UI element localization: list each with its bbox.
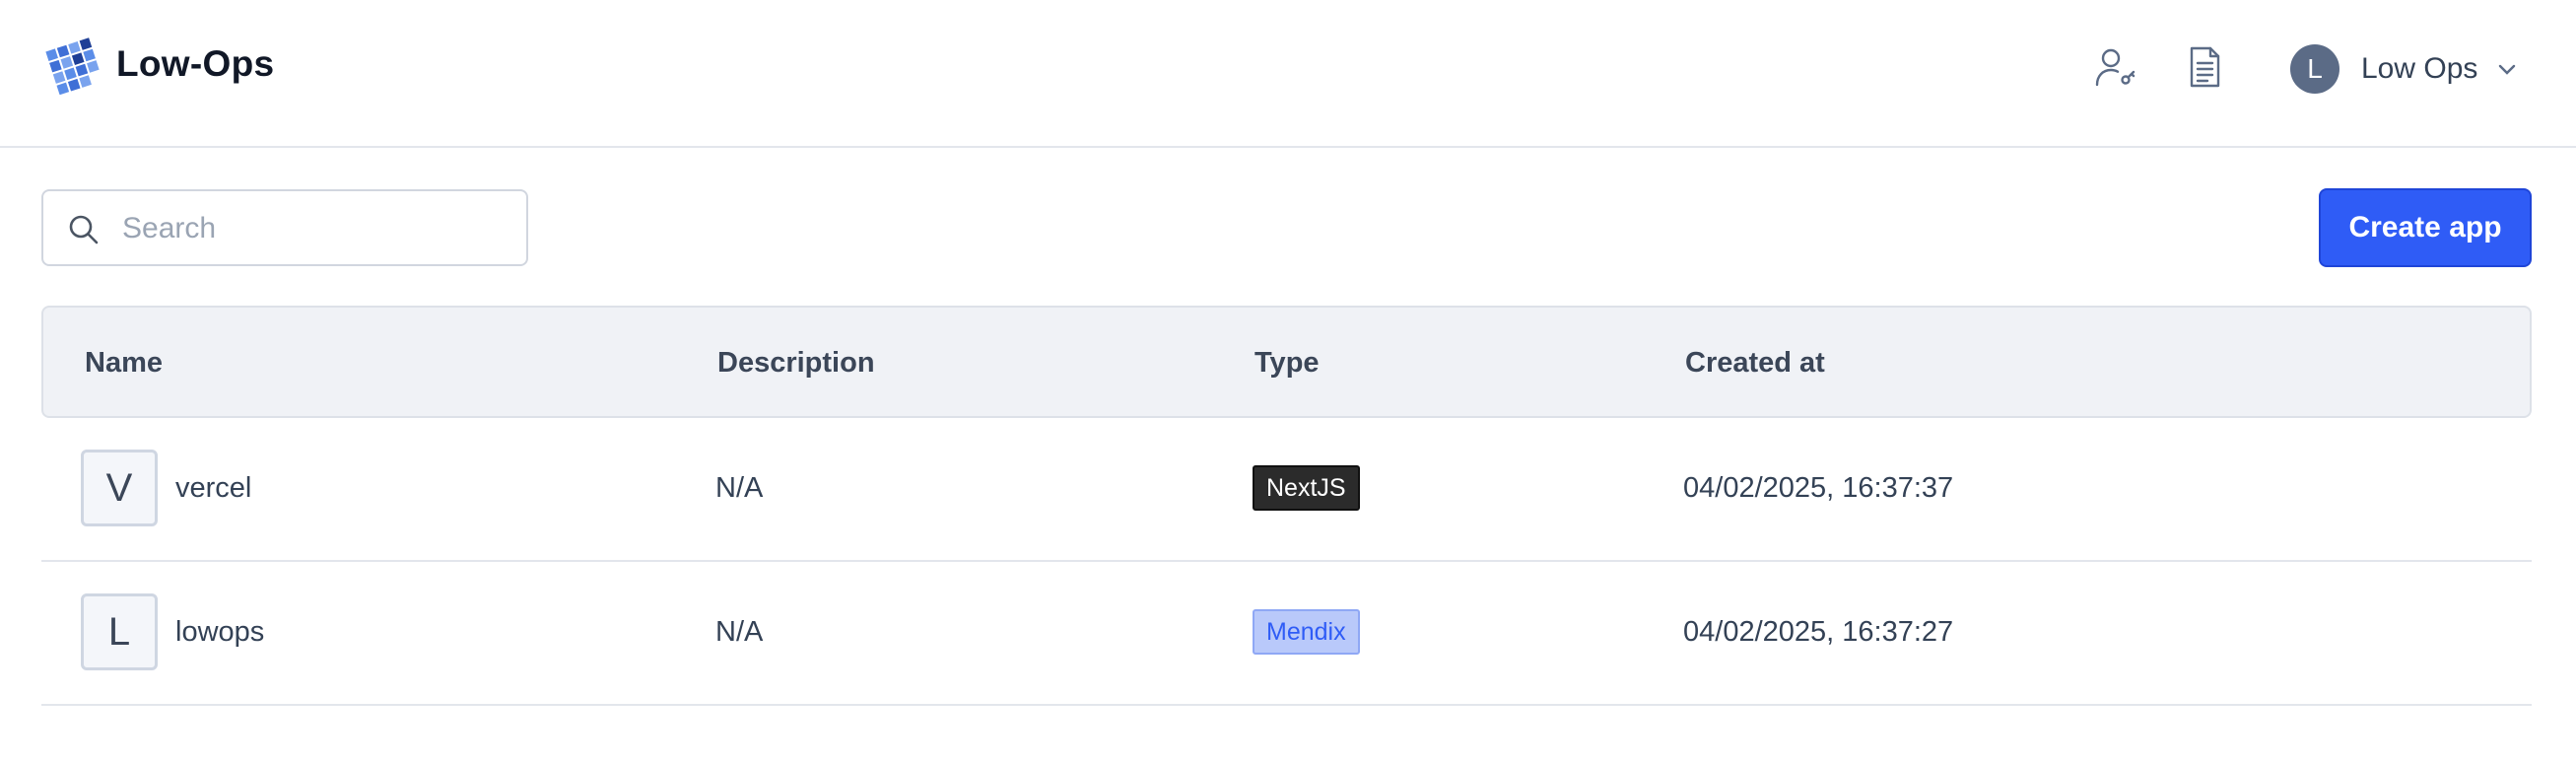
app-initial-avatar: L xyxy=(81,593,158,670)
app-name[interactable]: lowops xyxy=(175,615,264,649)
app-description: N/A xyxy=(715,472,764,504)
column-header-type[interactable]: Type xyxy=(1254,347,1320,380)
table-row[interactable]: V vercel N/A NextJS 04/02/2025, 16:37:37 xyxy=(41,418,2532,562)
apps-table: Name Description Type Created at V verce… xyxy=(41,306,2532,706)
avatar: L xyxy=(2290,44,2339,94)
top-header: Low-Ops L Low Ops xyxy=(0,0,2576,148)
created-at: 04/02/2025, 16:37:27 xyxy=(1683,616,1954,648)
app-description: N/A xyxy=(715,616,764,648)
type-badge: Mendix xyxy=(1253,609,1360,655)
low-ops-logo-icon[interactable] xyxy=(45,35,104,96)
column-header-description[interactable]: Description xyxy=(717,347,875,380)
column-header-name[interactable]: Name xyxy=(85,347,163,380)
type-badge: NextJS xyxy=(1253,465,1360,511)
user-key-icon[interactable] xyxy=(2091,43,2138,91)
created-at: 04/02/2025, 16:37:37 xyxy=(1683,472,1954,504)
document-icon[interactable] xyxy=(2181,43,2228,91)
app-initial-avatar: V xyxy=(81,450,158,526)
chevron-down-icon xyxy=(2499,64,2516,75)
table-row[interactable]: L lowops N/A Mendix 04/02/2025, 16:37:27 xyxy=(41,562,2532,706)
user-menu[interactable]: L Low Ops xyxy=(2290,43,2519,95)
app-name[interactable]: vercel xyxy=(175,471,251,505)
search-input[interactable] xyxy=(120,205,508,252)
column-header-created-at[interactable]: Created at xyxy=(1685,347,1825,380)
brand-name: Low-Ops xyxy=(116,43,275,84)
search-icon xyxy=(69,215,99,244)
user-name: Low Ops xyxy=(2361,52,2478,85)
table-header: Name Description Type Created at xyxy=(41,306,2532,418)
search-box xyxy=(41,189,528,266)
create-app-button[interactable]: Create app xyxy=(2319,188,2532,267)
